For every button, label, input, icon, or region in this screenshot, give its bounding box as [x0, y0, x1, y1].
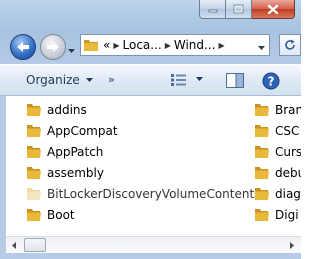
forward-button[interactable]: [40, 34, 66, 60]
breadcrumb-separator[interactable]: ▶: [165, 41, 171, 50]
folder-name: Bran: [275, 103, 301, 117]
folder-icon-wrapper: [254, 124, 270, 138]
folder-item[interactable]: assembly: [26, 163, 104, 183]
folder-item[interactable]: addins: [26, 100, 87, 120]
folder-icon: [255, 188, 269, 200]
folder-icon: [255, 209, 269, 221]
navigation-bar: « ▶ Loca... ▶ Wind... ▶: [0, 28, 301, 64]
scroll-left-button[interactable]: [6, 237, 23, 253]
folder-name: Boot: [47, 208, 75, 222]
file-list: addins AppCompat AppPatch assembly BitLocker…: [6, 96, 301, 236]
recent-pages-dropdown[interactable]: [68, 43, 75, 57]
folder-item[interactable]: diag: [254, 184, 301, 204]
help-button[interactable]: ?: [262, 72, 280, 90]
explorer-window: « ▶ Loca... ▶ Wind... ▶ Organize » ? add…: [0, 0, 301, 259]
folder-item[interactable]: CSC: [254, 121, 299, 141]
back-button[interactable]: [10, 34, 36, 60]
folder-icon-wrapper: [254, 208, 270, 222]
minimize-icon: [208, 9, 217, 13]
back-arrow-icon: [17, 42, 29, 52]
scroll-right-button[interactable]: [284, 237, 301, 253]
window-bottom-frame: [0, 253, 301, 259]
command-bar: Organize » ?: [0, 64, 301, 96]
folder-name: AppCompat: [47, 124, 118, 138]
maximize-button[interactable]: [226, 0, 252, 19]
folder-icon-wrapper: [26, 145, 42, 159]
folder-name: addins: [47, 103, 87, 117]
folder-name: AppPatch: [47, 145, 104, 159]
folder-icon: [255, 146, 269, 158]
folder-icon: [27, 209, 41, 221]
folder-icon: [255, 104, 269, 116]
address-history-dropdown[interactable]: [258, 40, 265, 54]
folder-name: BitLockerDiscoveryVolumeContents: [47, 187, 261, 201]
folder-icon: [27, 167, 41, 179]
views-icon: [171, 74, 186, 86]
breadcrumb-separator: ▶: [113, 40, 120, 50]
folder-icon-wrapper: [26, 166, 42, 180]
folder-name: debu: [275, 166, 301, 180]
organize-label: Organize: [26, 73, 80, 87]
folder-item[interactable]: AppPatch: [26, 142, 103, 162]
folder-icon-wrapper: [254, 187, 270, 201]
close-icon: [267, 4, 279, 14]
folder-name: Digi: [275, 208, 299, 222]
folder-icon: [84, 40, 98, 51]
svg-text:?: ?: [268, 75, 275, 89]
folder-icon-wrapper: [254, 103, 270, 117]
preview-pane-icon: [226, 73, 244, 88]
maximize-icon: [233, 4, 244, 14]
folder-icon-wrapper: [26, 187, 42, 201]
horizontal-scrollbar[interactable]: [6, 236, 301, 253]
folder-icon: [255, 167, 269, 179]
folder-item[interactable]: BitLockerDiscoveryVolumeContents: [26, 184, 260, 204]
folder-name: Curs: [275, 145, 301, 159]
folder-name: CSC: [275, 124, 300, 138]
help-icon: ?: [262, 72, 280, 90]
folder-icon-wrapper: [26, 103, 42, 117]
folder-icon: [27, 125, 41, 137]
folder-icon: [27, 146, 41, 158]
minimize-button[interactable]: [199, 0, 226, 19]
folder-item[interactable]: AppCompat: [26, 121, 118, 141]
folder-icon: [27, 188, 41, 200]
preview-pane-button[interactable]: [226, 73, 244, 88]
more-commands-button[interactable]: »: [108, 73, 115, 86]
forward-arrow-icon: [47, 42, 59, 52]
folder-icon-wrapper: [254, 145, 270, 159]
chevron-down-icon: [85, 77, 93, 82]
folder-item[interactable]: Digi: [254, 205, 299, 225]
scrollbar-thumb[interactable]: [24, 238, 46, 252]
chevron-down-icon: [258, 46, 265, 50]
close-button[interactable]: [252, 0, 295, 19]
change-view-button[interactable]: [170, 73, 188, 87]
breadcrumb-separator[interactable]: ▶: [218, 41, 224, 50]
folder-item[interactable]: Boot: [26, 205, 75, 225]
breadcrumb-local-disk[interactable]: Loca...: [123, 38, 162, 52]
folder-item[interactable]: Bran: [254, 100, 301, 120]
folder-name: diag: [275, 187, 301, 201]
folder-name: assembly: [47, 166, 104, 180]
refresh-button[interactable]: [279, 34, 301, 56]
caption-buttons: [199, 0, 295, 19]
folder-icon-wrapper: [26, 124, 42, 138]
address-bar[interactable]: « ▶ Loca... ▶ Wind... ▶: [80, 34, 270, 56]
address-overflow[interactable]: «: [103, 38, 110, 52]
folder-icon: [27, 104, 41, 116]
scroll-right-arrow-icon: [290, 241, 294, 249]
organize-menu-button[interactable]: Organize: [26, 73, 93, 87]
scroll-left-arrow-icon: [12, 241, 16, 249]
folder-icon-wrapper: [26, 208, 42, 222]
folder-item[interactable]: Curs: [254, 142, 301, 162]
refresh-icon: [285, 39, 295, 50]
change-view-dropdown[interactable]: [196, 77, 203, 82]
chevron-down-icon: [68, 49, 75, 53]
folder-item[interactable]: debu: [254, 163, 301, 183]
folder-icon-wrapper: [254, 166, 270, 180]
folder-icon: [255, 125, 269, 137]
chevron-down-icon: [196, 77, 203, 81]
breadcrumb-windows[interactable]: Wind...: [174, 38, 216, 52]
